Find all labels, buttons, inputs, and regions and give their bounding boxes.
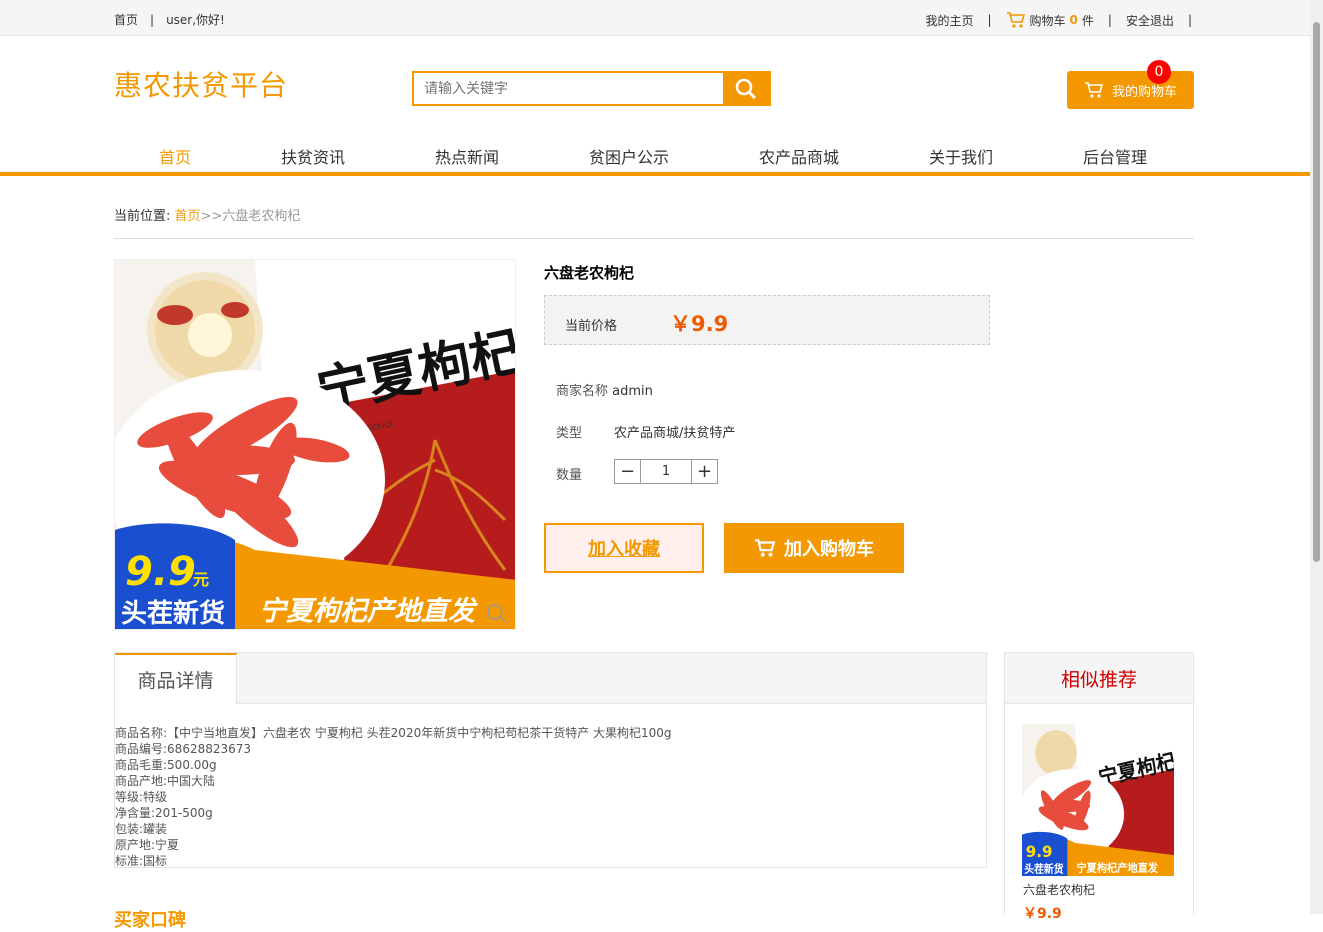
breadcrumb-arrow: >> [200,209,223,224]
detail-line: 等级:特级 [115,790,168,804]
detail-line: 标准:国标 [115,854,168,868]
separator: | [150,12,155,27]
detail-line: 商品编号:68628823673 [115,742,252,756]
detail-tabbar [115,653,986,704]
separator: | [1107,13,1112,27]
nav-hot-news[interactable]: 热点新闻 [435,144,499,168]
mini-cart-prefix: 购物车 [1029,13,1066,28]
recommend-thumbnail[interactable]: 宁夏枸杞 9.9 头茬新货 宁夏枸杞产地直发 [1022,724,1174,876]
tab-detail[interactable]: 商品详情 [115,653,237,704]
recommend-title: 相似推荐 [1005,653,1193,704]
scrollbar[interactable] [1310,0,1323,914]
price-box: 当前价格 ￥9.9 [544,295,990,345]
search-button[interactable] [723,73,769,104]
detail-line: 商品名称:【中宁当地直发】六盘老农 宁夏枸杞 头茬2020年新货中宁枸杞苟杞茶干… [115,726,672,740]
detail-line: 包装:罐装 [115,822,168,836]
thumb-banner-text: 宁夏枸杞产地直发 [1076,861,1158,875]
type-row: 类型 农产品商城/扶贫特产 [556,422,735,441]
image-yuan: 元 [193,570,209,589]
breadcrumb-home[interactable]: 首页 [175,209,201,224]
logout-link[interactable]: 安全退出 [1126,12,1174,29]
nav-home[interactable]: 首页 [159,144,191,168]
add-to-cart-button[interactable]: 加入购物车 [724,523,904,573]
merchant-row: 商家名称 admin [556,380,653,399]
image-tag-text: 头茬新货 [121,598,225,629]
qty-increase-button[interactable]: + [691,460,717,483]
recommend-price: ￥9.9 [1023,906,1062,922]
image-banner-text: 宁夏枸杞产地直发 [259,596,478,627]
detail-panel: 商品详情 商品名称:【中宁当地直发】六盘老农 宁夏枸杞 头茬2020年新货中宁枸… [114,652,987,868]
detail-line: 商品产地:中国大陆 [115,774,216,788]
detail-line: 净含量:201-500g [115,806,213,820]
add-favorite-button[interactable]: 加入收藏 [544,523,704,573]
qty-decrease-button[interactable]: − [615,460,641,483]
mini-cart-link[interactable]: 购物车 0 件 [1006,11,1094,29]
nav-about[interactable]: 关于我们 [929,144,993,168]
header: 惠农扶贫平台 我的购物车 0 首页 扶贫资讯 热点新闻 贫困户公示 农产品商城 … [0,36,1310,176]
cart-icon [1084,82,1104,98]
my-cart-button[interactable]: 我的购物车 0 [1067,60,1194,109]
separator: | [987,13,992,27]
cart-icon [755,539,776,557]
product-image-art: 宁夏枸杞 NIN XIA GOUQI 9.9 元 头茬新货 宁夏枸杞产地直发 [115,260,515,629]
detail-lines: 商品名称:【中宁当地直发】六盘老农 宁夏枸杞 头茬2020年新货中宁枸杞苟杞茶干… [115,725,672,869]
price-label: 当前价格 [565,319,618,334]
my-cart-label: 我的购物车 [1111,84,1177,100]
merchant-label: 商家名称 [556,384,609,399]
scrollbar-thumb[interactable] [1313,22,1320,562]
add-to-cart-label: 加入购物车 [784,539,874,560]
image-price-tag: 9.9 [125,549,196,595]
thumb-price-tag: 9.9 [1026,842,1053,862]
nav-poverty-news[interactable]: 扶贫资讯 [281,144,345,168]
detail-line: 原产地:宁夏 [115,838,180,852]
recommend-name[interactable]: 六盘老农枸杞 [1023,881,1095,898]
main-nav: 首页 扶贫资讯 热点新闻 贫困户公示 农产品商城 关于我们 后台管理 [0,136,1310,176]
merchant-value: admin [612,384,653,399]
type-label: 类型 [556,426,583,441]
breadcrumb-prefix: 当前位置: [114,209,171,224]
nav-mall[interactable]: 农产品商城 [759,144,839,168]
greeting-text: user,你好! [166,13,225,27]
section-heading-cut: 买家口碑 [114,910,186,931]
divider [114,238,1194,239]
recommend-panel: 相似推荐 宁夏枸杞 9.9 头茬新货 宁夏枸杞产地直发 六盘老农枸杞 ￥9.9 [1004,652,1194,922]
site-logo[interactable]: 惠农扶贫平台 [114,64,288,104]
mini-cart-suffix: 件 [1081,13,1094,28]
search-box [412,71,771,106]
mini-cart-count: 0 [1069,13,1078,27]
breadcrumb-current: 六盘老农枸杞 [222,209,301,224]
search-icon [735,78,757,99]
thumb-tag-text: 头茬新货 [1024,862,1063,876]
qty-input[interactable]: 1 [641,460,691,483]
qty-label: 数量 [556,468,583,483]
quantity-stepper: − 1 + [614,459,718,484]
cart-count-badge: 0 [1147,60,1171,84]
search-input[interactable] [414,73,723,104]
separator: | [1187,13,1192,27]
recommend-thumbnail-art: 宁夏枸杞 9.9 头茬新货 宁夏枸杞产地直发 [1022,724,1174,876]
type-value: 农产品商城/扶贫特产 [614,426,736,441]
breadcrumb: 当前位置: 首页>>六盘老农枸杞 [114,205,300,224]
price-value: ￥9.9 [670,312,729,336]
product-title: 六盘老农枸杞 [544,264,635,282]
cart-icon [1006,12,1025,28]
nav-admin[interactable]: 后台管理 [1083,144,1147,168]
my-home-link[interactable]: 我的主页 [925,12,973,29]
top-home-link[interactable]: 首页 [114,11,138,28]
detail-line: 商品毛重:500.00g [115,758,217,772]
product-image[interactable]: 宁夏枸杞 NIN XIA GOUQI 9.9 元 头茬新货 宁夏枸杞产地直发 [114,259,516,630]
top-bar: 首页 | user,你好! 我的主页 | 购物车 0 件 | 安全退出 | [0,0,1310,36]
nav-household-notice[interactable]: 贫困户公示 [589,144,669,168]
